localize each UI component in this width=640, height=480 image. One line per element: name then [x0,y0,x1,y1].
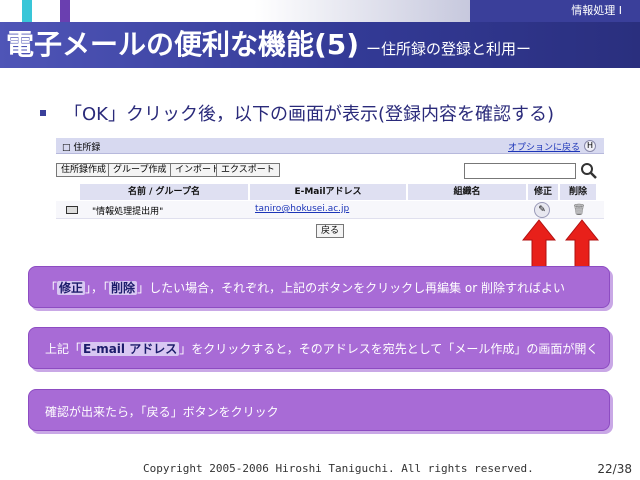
create-addressbook-button[interactable]: 住所録作成 [56,163,112,177]
edit-highlight: 修正 [57,281,86,295]
arrow-up-icon [522,219,556,269]
course-label: 情報処理 I [470,0,640,22]
addressbook-table: 名前 / グループ名 E-Mailアドレス 組織名 修正 削除 "情報処理提出用… [56,184,604,220]
note-text-part: 上記「 [45,342,82,356]
contact-name: "情報処理提出用" [92,207,164,217]
decorative-stripe [22,0,32,22]
column-header-email: E-Mailアドレス [250,184,406,200]
export-button[interactable]: エクスポート [216,163,280,177]
back-button[interactable]: 戻る [316,224,345,238]
note-text: 上記「 E-mail アドレス 」をクリックすると，そのアドレスを宛先として「メール… [45,340,598,357]
search-icon[interactable] [580,162,598,180]
copyright-footer: Copyright 2005-2006 Hiroshi Taniguchi. A… [143,462,534,475]
card-icon [66,206,78,214]
headline: 「OK」クリック後，以下の画面が表示(登録内容を確認する) [64,104,555,125]
note-box-email-link: 上記「 E-mail アドレス 」をクリックすると，そのアドレスを宛先として「メール… [28,327,610,369]
note-box-edit-delete: 「修正 」，「 削除 」したい場合，それぞれ，上記のボタンをクリックし再編集 or 削… [28,266,610,308]
bullet-icon [40,110,46,116]
help-icon[interactable]: H [584,140,596,152]
email-highlight: E-mail アドレス [81,342,180,356]
table-row: "情報処理提出用" taniro@hokusei.ac.jp ✎ 🗑 [56,201,604,219]
addressbook-header: □ 住所録 オプションに戻る H [56,138,604,154]
note-text-part: 「 [45,281,58,295]
return-to-options-link[interactable]: オプションに戻る [508,140,580,153]
search-input[interactable] [464,163,576,179]
column-header-organization: 組織名 [408,184,526,200]
note-box-back: 確認が出来たら，「戻る」ボタンをクリック [28,389,610,431]
addressbook-title-text: 住所録 [73,143,101,153]
column-header-name: 名前 / グループ名 [80,184,248,200]
decorative-stripe [60,0,70,22]
decorative-gradient [70,0,530,22]
edit-icon[interactable]: ✎ [534,202,550,218]
create-group-button[interactable]: グループ作成 [108,163,172,177]
column-header-edit: 修正 [528,184,558,200]
note-text-part: 」，「 [85,281,110,295]
addressbook-title: □ 住所録 [62,143,101,153]
note-text-part: 」をクリックすると，そのアドレスを宛先として「メール作成」の画面が開く [179,342,599,356]
trash-icon[interactable]: 🗑 [572,202,586,218]
column-header-delete: 削除 [560,184,596,200]
note-text-part: 」したい場合，それぞれ，上記のボタンをクリックし再編集 or 削除すればよい [137,281,565,295]
slide-title: 電子メールの便利な機能(5) [6,28,360,61]
page-number: 22/38 [597,462,632,476]
contact-email-link[interactable]: taniro@hokusei.ac.jp [255,204,349,214]
arrow-up-icon [565,219,599,269]
note-text: 「修正 」，「 削除 」したい場合，それぞれ，上記のボタンをクリックし再編集 or 削… [45,279,565,296]
slide-subtitle: ー住所録の登録と利用ー [366,40,532,58]
delete-highlight: 削除 [109,281,138,295]
note-text: 確認が出来たら，「戻る」ボタンをクリック [45,405,279,419]
